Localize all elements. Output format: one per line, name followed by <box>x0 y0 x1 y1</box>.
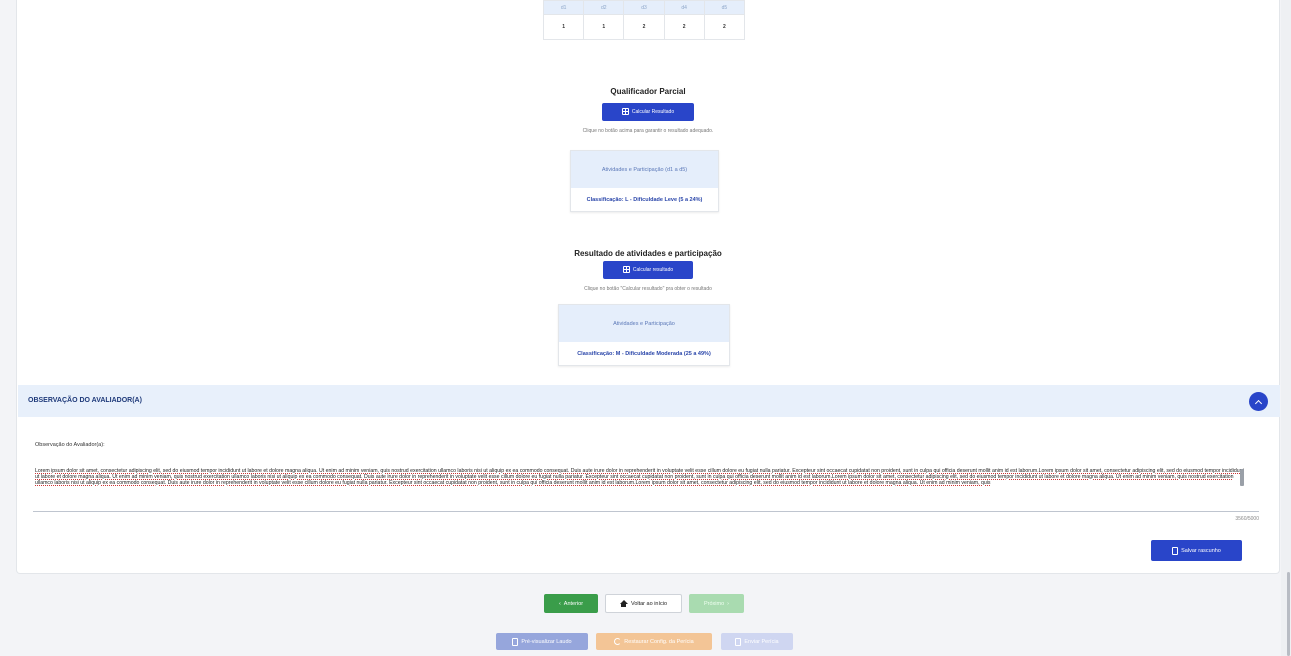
domain-value-d3: 2 <box>623 14 665 40</box>
restore-config-label: Restaurar Config. da Perícia <box>624 638 694 645</box>
observation-field-label: Observação do Avaliador(a): <box>35 442 105 448</box>
result-hint: Clique no botão "Calcular resultado" pra… <box>584 286 712 292</box>
preview-report-label: Pré-visualizar Laudo <box>521 638 572 645</box>
domains-table-header: d1 d2 d3 d4 d5 <box>542 0 746 15</box>
character-counter: 3560/5000 <box>1235 516 1259 522</box>
home-icon <box>619 599 628 607</box>
domains-table: d1 d2 d3 d4 d5 1 1 2 2 2 <box>542 0 746 40</box>
preview-report-button[interactable]: Pré-visualizar Laudo <box>496 633 588 650</box>
observation-section-title: OBSERVAÇÃO DO AVALIADOR(A) <box>28 397 142 404</box>
page-scrollbar[interactable] <box>1281 0 1291 656</box>
result-classification: Classificação: M - Dificuldade Moderada … <box>577 351 711 357</box>
domain-header-d1: d1 <box>542 0 585 15</box>
document-icon <box>512 637 519 646</box>
calculate-partial-button[interactable]: Calcular Resultado <box>602 102 694 121</box>
send-expertise-button[interactable]: Enviar Perícia <box>721 633 793 650</box>
observation-header[interactable]: OBSERVAÇÃO DO AVALIADOR(A) <box>18 385 1280 417</box>
send-expertise-label: Enviar Perícia <box>744 638 779 645</box>
domain-value-d5: 2 <box>703 14 746 40</box>
result-title: Resultado de atividades e participação <box>574 249 722 258</box>
partial-hint: Clique no botão acima para garantir o re… <box>582 128 714 134</box>
result-box: Atividades e Participação Classificação:… <box>558 304 730 366</box>
observation-textarea[interactable]: Lorem ipsum dolor sit amet, consectetur … <box>33 466 1259 512</box>
partial-result-box: Atividades e Participação (d1 a d5) Clas… <box>570 150 719 212</box>
chevron-right-icon: › <box>727 600 729 607</box>
partial-box-title: Atividades e Participação (d1 a d5) <box>571 151 718 188</box>
main-card: d1 d2 d3 d4 d5 1 1 2 2 2 Qualificador Pa… <box>16 0 1280 574</box>
partial-title: Qualificador Parcial <box>610 87 686 96</box>
home-button[interactable]: Voltar ao início <box>605 594 682 613</box>
domain-value-d4: 2 <box>663 14 705 40</box>
domain-value-d2: 1 <box>583 14 625 40</box>
next-button[interactable]: Próximo › <box>689 594 744 613</box>
textarea-scrollbar[interactable] <box>1240 469 1244 486</box>
domain-header-d3: d3 <box>623 0 665 15</box>
result-box-title: Atividades e Participação <box>559 305 729 342</box>
domain-header-d4: d4 <box>663 0 705 15</box>
page-scrollbar-thumb[interactable] <box>1287 572 1290 656</box>
calculator-icon <box>622 266 630 273</box>
calculate-partial-label: Calcular Resultado <box>631 108 675 115</box>
calculate-result-button[interactable]: Calcular resultado <box>603 260 693 279</box>
document-icon <box>735 637 742 646</box>
calculate-result-label: Calcular resultado <box>632 266 674 273</box>
save-draft-button[interactable]: Salvar rascunho <box>1151 540 1242 561</box>
domain-header-d5: d5 <box>703 0 746 15</box>
refresh-icon <box>614 638 622 645</box>
collapse-button[interactable] <box>1249 392 1268 411</box>
domains-table-row: 1 1 2 2 2 <box>542 14 746 40</box>
home-label: Voltar ao início <box>630 600 668 607</box>
domain-value-d1: 1 <box>542 14 585 40</box>
previous-label: Anterior <box>563 600 584 607</box>
previous-button[interactable]: ‹ Anterior <box>544 594 598 613</box>
save-draft-label: Salvar rascunho <box>1181 547 1221 554</box>
domain-header-d2: d2 <box>583 0 625 15</box>
calculator-icon <box>621 108 629 115</box>
chevron-left-icon: ‹ <box>558 600 561 607</box>
partial-classification: Classificação: L - Dificuldade Leve (5 a… <box>586 197 703 203</box>
chevron-up-icon <box>1254 399 1263 407</box>
next-label: Próximo <box>703 600 725 607</box>
document-icon <box>1172 546 1179 555</box>
restore-config-button[interactable]: Restaurar Config. da Perícia <box>596 633 712 650</box>
